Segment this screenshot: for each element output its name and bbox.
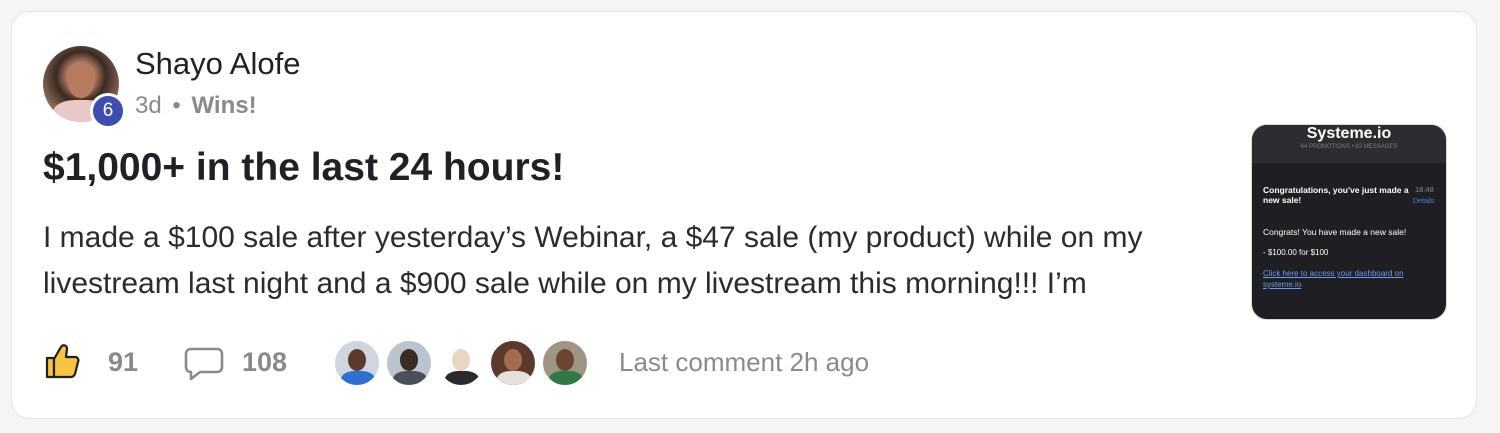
- commenter-avatar[interactable]: [489, 339, 537, 387]
- post-category[interactable]: Wins!: [191, 92, 256, 119]
- commenter-avatar[interactable]: [541, 339, 589, 387]
- comment-count[interactable]: 108: [242, 347, 287, 378]
- author-avatar[interactable]: 6: [43, 46, 126, 129]
- post-body[interactable]: I made a $100 sale after yesterday’s Web…: [43, 215, 1213, 307]
- comment-icon[interactable]: [183, 343, 225, 383]
- commenter-avatar[interactable]: [437, 339, 485, 387]
- author-name[interactable]: Shayo Alofe: [135, 46, 300, 82]
- last-comment-time: Last comment 2h ago: [619, 347, 870, 377]
- like-count[interactable]: 91: [108, 347, 138, 378]
- thumbs-up-icon[interactable]: [43, 341, 83, 381]
- post-thumbnail[interactable]: Systeme.io 64 PROMOTIONS • 83 MESSAGES C…: [1251, 124, 1447, 320]
- thumbnail-message: Congrats! You have made a new sale!: [1263, 227, 1407, 237]
- commenter-avatar[interactable]: [333, 339, 381, 387]
- post-card[interactable]: 6 Shayo Alofe 3d • Wins! $1,000+ in the …: [11, 11, 1477, 419]
- thumbnail-subtitle: 64 PROMOTIONS • 83 MESSAGES: [1300, 144, 1398, 150]
- thumbnail-headline: Congratulations, you've just made a new …: [1263, 185, 1409, 205]
- thumbnail-time: 18:48: [1415, 185, 1434, 194]
- commenter-avatar[interactable]: [385, 339, 433, 387]
- thumbnail-link: Click here to access your dashboard on s…: [1263, 269, 1404, 289]
- thumbnail-title: Systeme.io: [1306, 125, 1392, 142]
- post-footer: 91 108 Last comment 2h ago: [43, 339, 943, 389]
- level-badge: 6: [90, 93, 126, 129]
- thumbnail-details: Details: [1413, 198, 1435, 205]
- post-meta: 3d • Wins!: [135, 92, 257, 120]
- thumbnail-amount: - $100.00 for $100: [1263, 248, 1329, 257]
- post-title[interactable]: $1,000+ in the last 24 hours!: [43, 146, 564, 190]
- meta-separator: •: [172, 92, 181, 119]
- post-age: 3d: [135, 92, 162, 119]
